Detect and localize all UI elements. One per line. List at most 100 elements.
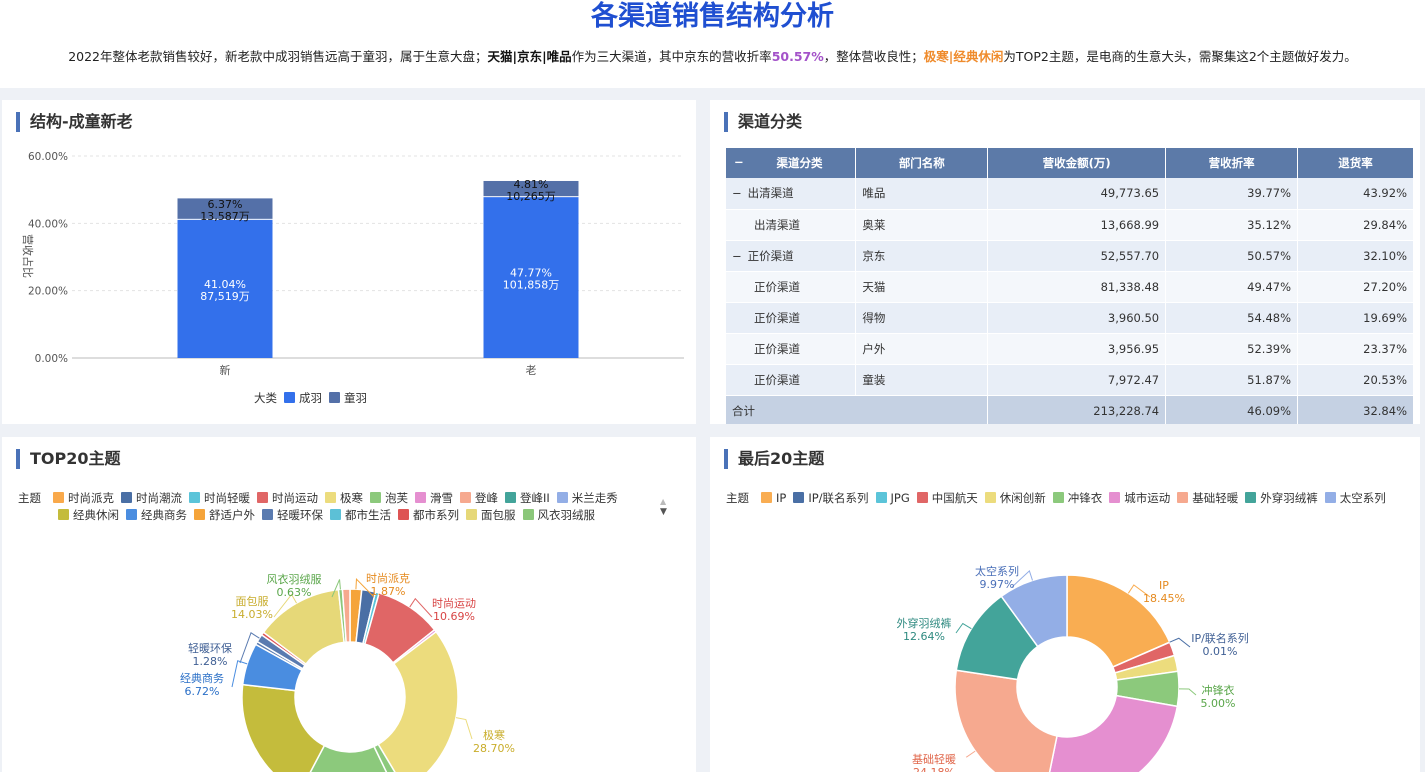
table-total-row: 合计 213,228.74 46.09% 32.84%	[726, 395, 1414, 424]
column-header-dept[interactable]: 部门名称	[855, 148, 989, 178]
slice-name-label: 太空系列	[975, 564, 1019, 578]
column-header-amount[interactable]: 营收金额(万)	[987, 148, 1167, 178]
cell-category-text: 正价渠道	[754, 310, 800, 325]
bar-label-amount: 101,858万	[503, 279, 560, 292]
legend-swatch	[284, 392, 295, 403]
label-leader-line	[965, 750, 976, 758]
cell-rate: 50.57%	[1165, 240, 1299, 272]
cell-total-rate: 46.09%	[1165, 395, 1299, 424]
legend-label: 成羽	[299, 391, 322, 405]
y-tick-label: 40.00%	[28, 218, 68, 230]
bar-label-amount: 87,519万	[200, 290, 250, 303]
legend-item[interactable]: 成羽	[284, 390, 322, 407]
cell-category: − 正价渠道	[726, 240, 857, 272]
slice-name-label: 面包服	[236, 595, 269, 608]
cell-return: 32.10%	[1297, 240, 1414, 272]
cell-category: 正价渠道	[726, 271, 857, 303]
summary-part: 作为三大渠道，其中京东的营收折率	[571, 49, 772, 64]
slice-value-label: 24.18%	[913, 766, 955, 772]
top20-donut-chart: 时尚派克1.87% 时尚运动10.69% 极寒28.70% 面包服14.03% 风衣羽绒…	[180, 571, 515, 772]
y-tick-label: 60.00%	[28, 151, 68, 163]
cell-category-text: 正价渠道	[754, 372, 800, 387]
collapse-all-icon[interactable]: −	[734, 155, 744, 169]
cell-total-amount: 213,228.74	[987, 395, 1167, 424]
summary-channels: 天猫|京东|唯品	[487, 49, 572, 64]
table-row[interactable]: 正价渠道 户外 3,956.95 52.39% 23.37%	[726, 333, 1414, 365]
slice-name-label: 轻暖环保	[188, 641, 232, 655]
column-header-category[interactable]: − 渠道分类	[726, 148, 857, 178]
slice-name-label: 外穿羽绒裤	[897, 616, 952, 630]
slice-value-label: 12.64%	[903, 630, 945, 643]
cell-category-text: 出清渠道	[754, 217, 800, 232]
panel-title: 渠道分类	[724, 112, 802, 132]
table-row[interactable]: 正价渠道 得物 3,960.50 54.48% 19.69%	[726, 302, 1414, 334]
table-row[interactable]: 正价渠道 天猫 81,338.48 49.47% 27.20%	[726, 271, 1414, 303]
header: 各渠道销售结构分析 2022年整体老款销售较好，新老款中成羽销售远高于童羽，属于…	[0, 0, 1425, 88]
table-row[interactable]: − 正价渠道 京东 52,557.70 50.57% 32.10%	[726, 240, 1414, 272]
donut-slice[interactable]	[1045, 694, 1179, 772]
cell-return: 19.69%	[1297, 302, 1414, 334]
structure-legend: 大类 成羽 童羽	[254, 390, 374, 407]
slice-value-label: 10.69%	[433, 610, 475, 623]
cell-amount: 81,338.48	[987, 271, 1167, 303]
slice-name-label: IP/联名系列	[1191, 631, 1249, 645]
cell-return: 20.53%	[1297, 364, 1414, 396]
label-leader-line	[1169, 637, 1191, 648]
cell-return: 27.20%	[1297, 271, 1414, 303]
cell-category-text: 正价渠道	[754, 279, 800, 294]
column-header-return[interactable]: 退货率	[1297, 148, 1414, 178]
cell-dept: 户外	[855, 333, 989, 365]
cell-category: − 出清渠道	[726, 178, 857, 210]
slice-value-label: 9.97%	[980, 578, 1015, 591]
cell-dept: 天猫	[855, 271, 989, 303]
channel-panel: 渠道分类 − 渠道分类 部门名称 营收金额(万) 营收折率 退货率 − 出清渠道 唯品…	[710, 100, 1420, 424]
slice-value-label: 14.03%	[231, 608, 273, 621]
y-axis-label: 营收占比	[21, 234, 35, 278]
summary-part: ，整体营收良性；	[823, 49, 924, 64]
slice-name-label: 时尚派克	[366, 571, 410, 585]
cell-category: 正价渠道	[726, 302, 857, 334]
bottom20-panel: 最后20主题 主题 IP IP/联名系列 JPG 中国航天 休闲创新 冲锋衣 城市运动 基础轻暖…	[710, 437, 1420, 772]
cell-category: 正价渠道	[726, 364, 857, 396]
donut-slice[interactable]	[241, 683, 326, 772]
table-row[interactable]: − 出清渠道 唯品 49,773.65 39.77% 43.92%	[726, 178, 1414, 210]
cell-rate: 52.39%	[1165, 333, 1299, 365]
cell-amount: 3,960.50	[987, 302, 1167, 334]
collapse-icon[interactable]: −	[732, 249, 742, 263]
cell-amount: 7,972.47	[987, 364, 1167, 396]
table-row[interactable]: 出清渠道 奥莱 13,668.99 35.12% 29.84%	[726, 209, 1414, 241]
summary-rate: 50.57%	[771, 49, 824, 64]
cell-rate: 51.87%	[1165, 364, 1299, 396]
table-row[interactable]: 正价渠道 童装 7,972.47 51.87% 20.53%	[726, 364, 1414, 396]
slice-name-label: 经典商务	[180, 671, 224, 685]
summary-part: 为TOP2主题，是电商的生意大头，需聚集这2个主题做好发力。	[1003, 49, 1357, 64]
cell-rate: 54.48%	[1165, 302, 1299, 334]
summary-text: 2022年整体老款销售较好，新老款中成羽销售远高于童羽，属于生意大盘；天猫|京东…	[0, 46, 1425, 65]
cell-rate: 49.47%	[1165, 271, 1299, 303]
bottom20-donut-chart: IP18.45% IP/联名系列0.01% 冲锋衣5.00% 基础轻暖24.18% 外穿…	[897, 564, 1249, 772]
slice-value-label: 18.45%	[1143, 592, 1185, 605]
donut-slice[interactable]	[954, 669, 1058, 772]
cell-amount: 52,557.70	[987, 240, 1167, 272]
slice-value-label: 28.70%	[473, 742, 515, 755]
cell-category-text: 正价渠道	[747, 248, 794, 263]
slice-name-label: 风衣羽绒服	[267, 572, 322, 586]
cell-amount: 13,668.99	[987, 209, 1167, 241]
structure-panel: 结构-成童新老 0.00% 20.00% 40.00% 60.00% 营收占比新 41.0…	[2, 100, 696, 424]
legend-swatch	[329, 392, 340, 403]
page-title: 各渠道销售结构分析	[591, 1, 834, 32]
label-leader-line	[1178, 688, 1197, 696]
channel-table: − 渠道分类 部门名称 营收金额(万) 营收折率 退货率 − 出清渠道 唯品 49,77…	[726, 148, 1414, 424]
cell-dept: 唯品	[855, 178, 989, 210]
cell-dept: 奥莱	[855, 209, 989, 241]
collapse-icon[interactable]: −	[732, 186, 742, 200]
cell-total-return: 32.84%	[1297, 395, 1414, 424]
cell-total-label: 合计	[726, 395, 989, 424]
legend-title: 大类	[254, 391, 277, 405]
column-label: 渠道分类	[776, 156, 823, 170]
top20-panel: TOP20主题 主题 时尚派克 时尚潮流 时尚轻暖 时尚运动 极寒 泡芙 滑雪 登峰 登峰II 米兰…	[2, 437, 696, 772]
legend-item[interactable]: 童羽	[329, 390, 367, 407]
x-tick-label: 新	[220, 363, 231, 377]
column-header-rate[interactable]: 营收折率	[1165, 148, 1299, 178]
slice-name-label: 极寒	[483, 728, 505, 742]
